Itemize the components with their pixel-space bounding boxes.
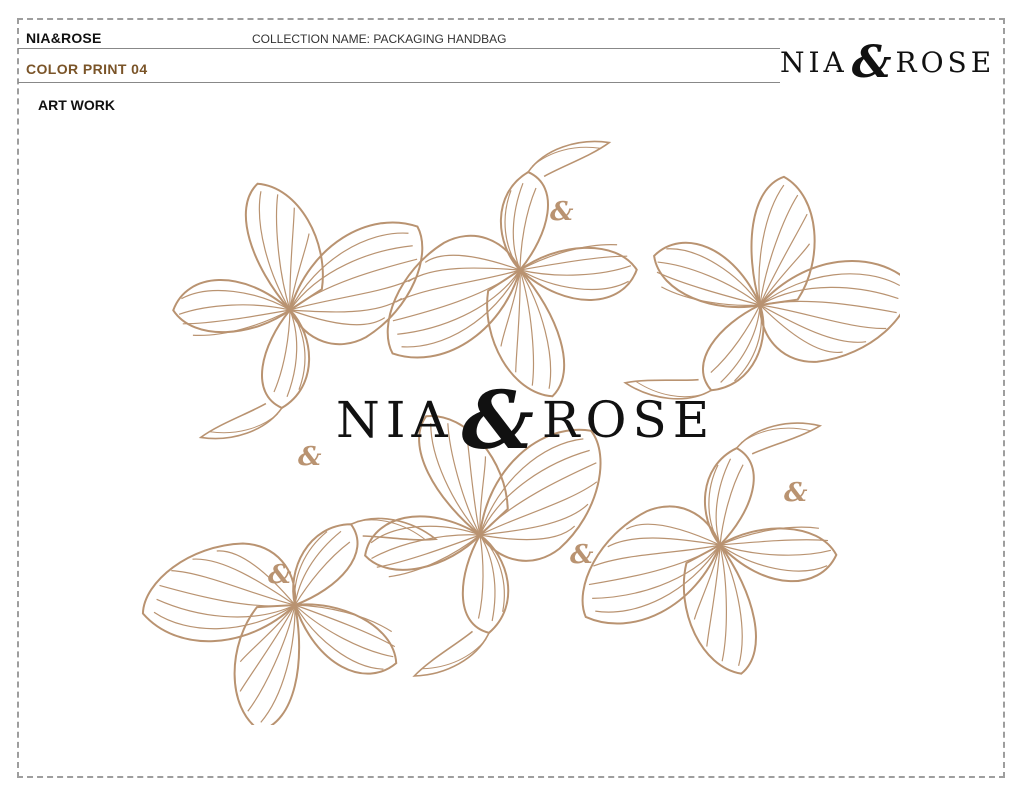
- logo-word-rose: ROSE: [895, 45, 996, 79]
- brand-logo-header: NIA & ROSE: [780, 37, 996, 88]
- logo-ampersand: &: [461, 373, 534, 467]
- logo-word-rose: ROSE: [541, 391, 716, 449]
- small-amp-mark: &: [268, 560, 292, 590]
- section-title: ART WORK: [38, 97, 115, 113]
- small-amp-mark: &: [784, 478, 808, 508]
- small-amp-mark: &: [298, 442, 322, 472]
- lily-bottom-right: [567, 419, 847, 688]
- logo-ampersand: &: [851, 36, 892, 88]
- small-amp-mark: &: [570, 540, 594, 570]
- color-print-label: COLOR PRINT 04: [26, 61, 148, 77]
- logo-word-nia: NIA: [780, 45, 848, 79]
- brand-name: NIA&ROSE: [26, 30, 102, 46]
- small-amp-mark: &: [550, 197, 574, 227]
- collection-name: COLLECTION NAME: PACKAGING HANDBAG: [252, 32, 507, 46]
- logo-word-nia: NIA: [336, 391, 454, 449]
- subheader-divider: [18, 82, 780, 83]
- brand-logo-center: NIA & ROSE: [336, 373, 716, 467]
- header-divider: [18, 48, 780, 49]
